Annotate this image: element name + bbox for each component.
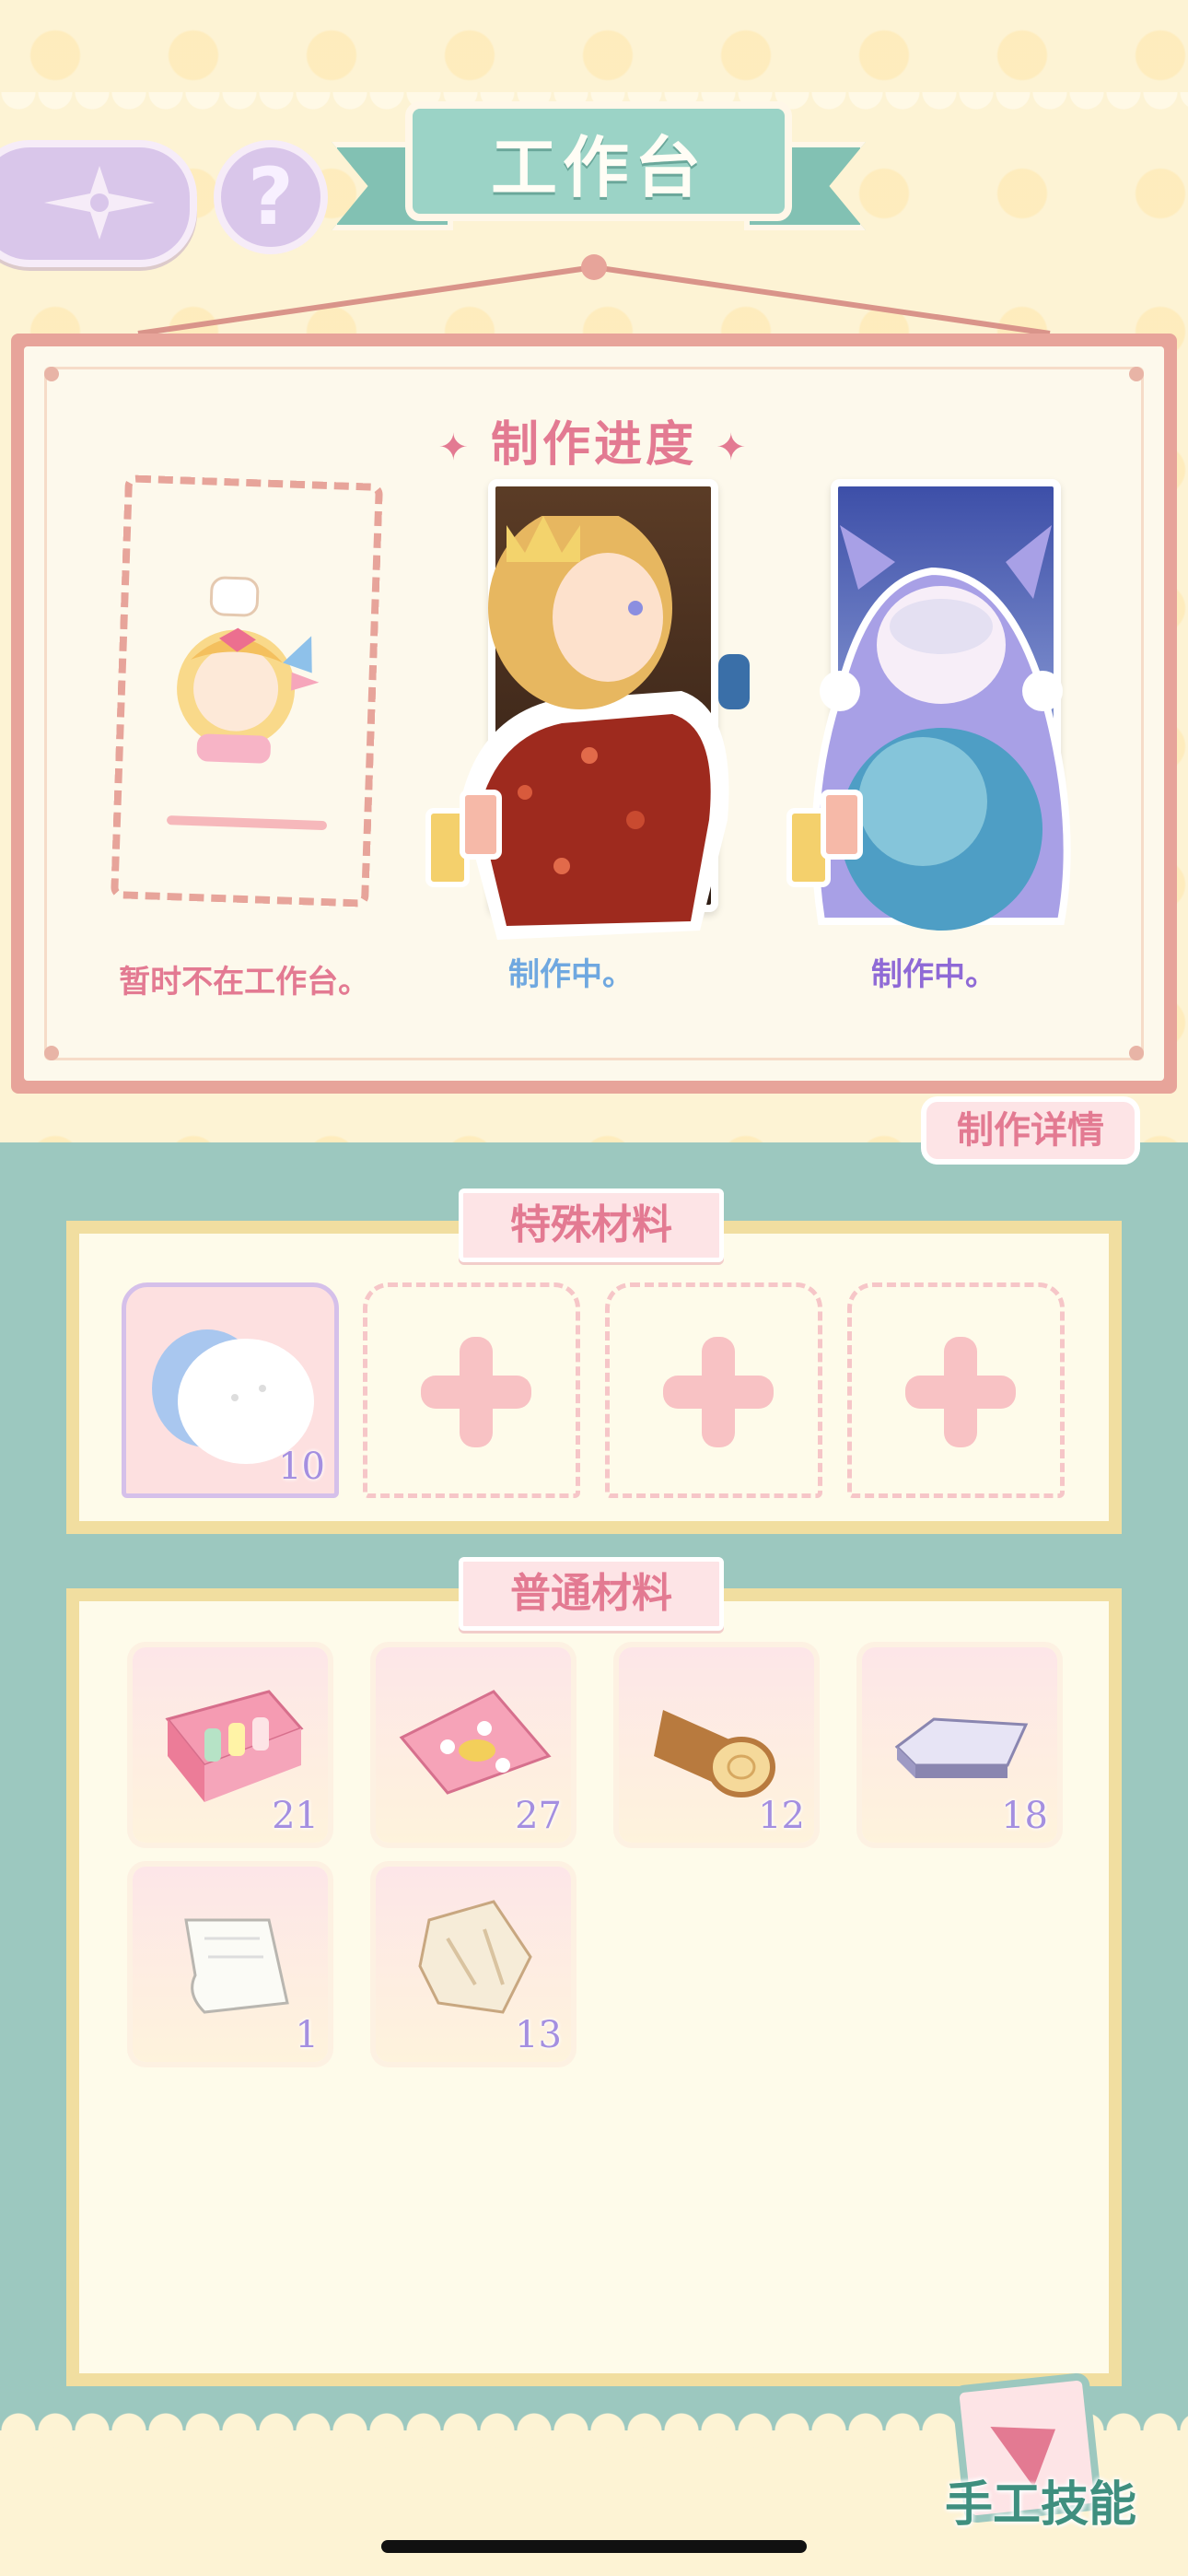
special-material-slot[interactable]: 10 xyxy=(122,1282,339,1498)
craft-skill-button[interactable]: 手工技能 xyxy=(930,2370,1151,2554)
craft-slot-1[interactable]: 制作中。 xyxy=(425,479,750,993)
thread-spool-icon xyxy=(786,790,863,887)
material-item[interactable]: 21 xyxy=(133,1647,328,1843)
thread-spool-icon xyxy=(425,790,502,887)
craft-detail-button[interactable]: 制作详情 xyxy=(921,1096,1140,1165)
item-count: 18 xyxy=(1001,1795,1048,1837)
item-count: 10 xyxy=(278,1446,325,1488)
material-item[interactable]: 13 xyxy=(376,1867,571,2062)
title-ribbon: 工作台 xyxy=(332,101,866,230)
home-indicator[interactable] xyxy=(381,2540,807,2553)
thread-box-icon xyxy=(165,1690,304,1802)
wood-log-icon xyxy=(654,1710,775,1797)
item-count: 12 xyxy=(758,1795,805,1837)
progress-title: 制作进度 xyxy=(490,417,697,473)
add-special-material-button[interactable] xyxy=(847,1282,1065,1498)
craft-skill-label: 手工技能 xyxy=(944,2477,1136,2533)
paper-sheet-icon xyxy=(184,1918,289,2014)
special-materials-label: 特殊材料 xyxy=(459,1188,724,1262)
hanging-string xyxy=(137,254,1051,336)
material-item[interactable]: 1 xyxy=(133,1867,328,2062)
board-nail xyxy=(1129,367,1144,381)
item-count: 1 xyxy=(295,2014,319,2056)
item-count: 21 xyxy=(272,1795,319,1837)
help-icon: ? xyxy=(248,151,294,243)
sparkle-icon: ✦ xyxy=(716,427,751,469)
pink-fabric-icon xyxy=(399,1690,552,1795)
add-special-material-button[interactable] xyxy=(363,1282,580,1498)
metal-ingot-icon xyxy=(894,1717,1029,1778)
board-nail xyxy=(44,1046,59,1060)
page-title: 工作台 xyxy=(405,101,792,221)
craft-slot-empty[interactable]: 暂时不在工作台。 xyxy=(111,474,383,1001)
progress-title-row: ✦ 制作进度 ✦ xyxy=(0,405,1188,474)
progress-bar xyxy=(166,815,328,831)
material-item[interactable]: 18 xyxy=(862,1647,1057,1843)
compass-star-icon xyxy=(44,166,155,240)
item-count: 27 xyxy=(515,1795,562,1837)
add-special-material-button[interactable] xyxy=(605,1282,822,1498)
fur-pelt-icon xyxy=(418,1900,532,2014)
sparkle-icon: ✦ xyxy=(437,427,472,469)
slot-status: 暂时不在工作台。 xyxy=(119,964,370,1001)
normal-materials-label: 普通材料 xyxy=(459,1557,724,1631)
craft-slot-2[interactable]: 制作中。 xyxy=(785,479,1071,993)
board-nail xyxy=(44,367,59,381)
chibi-girl-icon xyxy=(177,576,320,764)
help-button[interactable]: ? xyxy=(214,140,328,254)
material-item[interactable]: 27 xyxy=(376,1647,571,1843)
board-nail xyxy=(1129,1046,1144,1060)
material-item[interactable]: 12 xyxy=(619,1647,814,1843)
slot-status: 制作中。 xyxy=(871,956,996,993)
slot-status: 制作中。 xyxy=(508,956,634,993)
item-count: 13 xyxy=(515,2014,562,2056)
